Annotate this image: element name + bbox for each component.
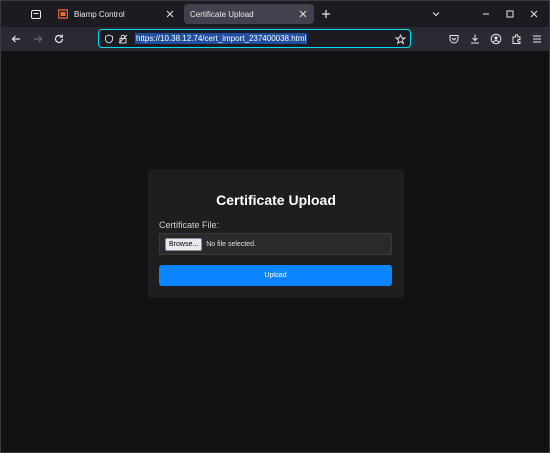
url-bar[interactable]: https://10.38.12.74/cert_import_23740003… (98, 29, 411, 48)
url-text[interactable]: https://10.38.12.74/cert_import_23740003… (135, 33, 308, 44)
extensions-icon[interactable] (509, 31, 525, 47)
new-tab-plus-icon[interactable] (318, 6, 334, 22)
tab-certificate-upload[interactable]: Certificate Upload (184, 4, 314, 24)
chevron-down-icon[interactable] (427, 5, 445, 23)
insecure-lock-icon[interactable] (117, 33, 129, 45)
shield-icon[interactable] (103, 33, 115, 45)
biamp-favicon-icon (57, 8, 69, 20)
certificate-file-input[interactable]: Browse... No file selected. (159, 233, 392, 255)
upload-card: Certificate Upload Certificate File: Bro… (148, 169, 404, 298)
page-content: Certificate Upload Certificate File: Bro… (1, 51, 549, 452)
tab-strip: Biamp Control Certificate Upload (1, 1, 549, 27)
certificate-file-label: Certificate File: (159, 220, 220, 230)
close-icon[interactable] (296, 7, 310, 21)
tab-overview-icon[interactable] (27, 6, 45, 22)
browser-window: Biamp Control Certificate Upload https:/… (0, 0, 550, 453)
file-status-text: No file selected. (206, 240, 256, 248)
reload-icon[interactable] (51, 31, 67, 47)
tab-title: Biamp Control (74, 9, 125, 19)
account-icon[interactable] (488, 31, 504, 47)
bookmark-star-icon[interactable] (394, 33, 406, 45)
maximize-icon[interactable] (501, 5, 519, 23)
page-title: Certificate Upload (216, 192, 336, 208)
close-window-icon[interactable] (525, 5, 543, 23)
download-icon[interactable] (467, 31, 483, 47)
tab-title: Certificate Upload (190, 9, 254, 19)
tab-biamp-control[interactable]: Biamp Control (51, 4, 181, 24)
upload-button[interactable]: Upload (159, 265, 392, 286)
navigation-bar: https://10.38.12.74/cert_import_23740003… (1, 27, 549, 51)
hamburger-menu-icon[interactable] (529, 31, 545, 47)
forward-arrow-icon[interactable] (30, 31, 46, 47)
back-arrow-icon[interactable] (8, 31, 24, 47)
browse-button[interactable]: Browse... (165, 237, 203, 251)
pocket-icon[interactable] (446, 31, 462, 47)
minimize-icon[interactable] (477, 5, 495, 23)
close-icon[interactable] (163, 7, 177, 21)
